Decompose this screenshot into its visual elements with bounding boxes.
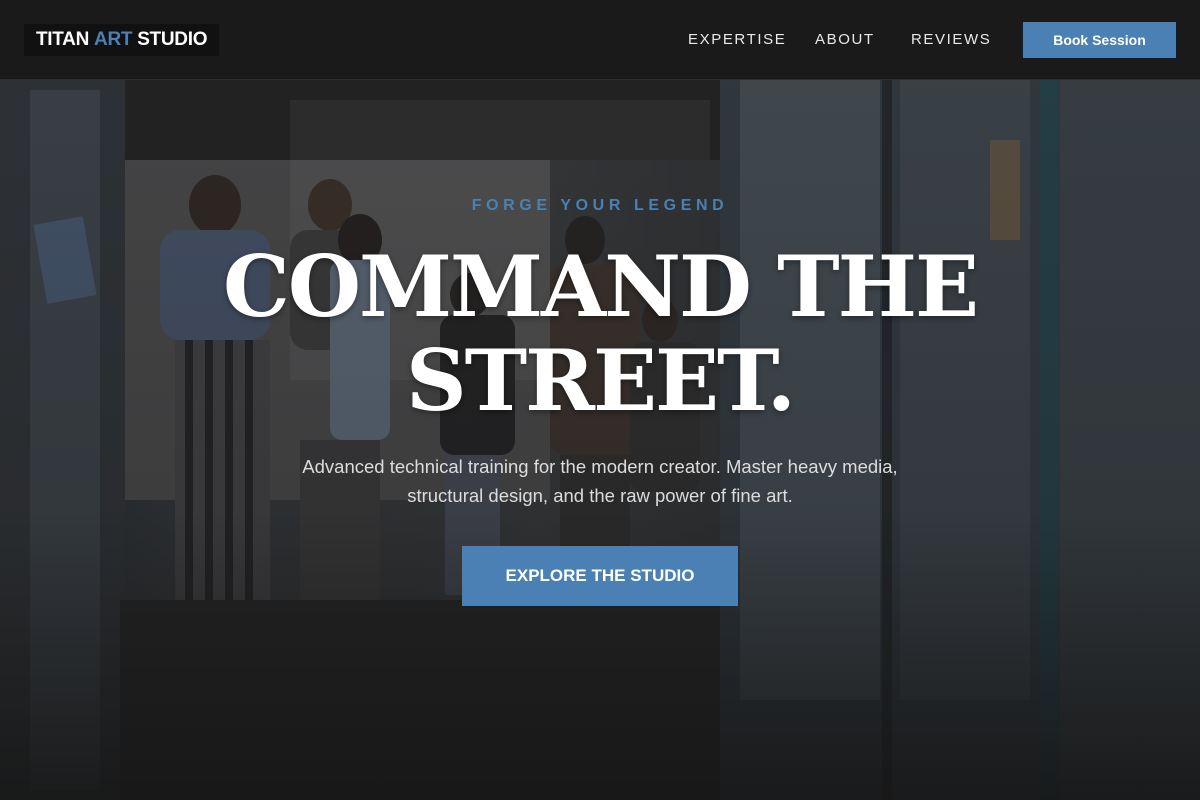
nav-link-expertise[interactable]: EXPERTISE — [688, 31, 786, 48]
logo-word-studio: STUDIO — [137, 29, 208, 50]
hero-headline-line-2: STREET. — [406, 331, 796, 430]
nav-link-reviews[interactable]: REVIEWS — [911, 31, 991, 48]
hero-headline: COMMAND THE STREET. — [0, 240, 1200, 428]
hero-section: FORGE YOUR LEGEND COMMAND THE STREET. Ad… — [0, 80, 1200, 800]
logo-word-titan: TITAN — [36, 29, 90, 50]
hero-eyebrow: FORGE YOUR LEGEND — [471, 197, 729, 214]
logo-word-art: ART — [94, 29, 133, 50]
nav-link-about[interactable]: ABOUT — [815, 31, 875, 48]
hero-headline-line-1: COMMAND THE — [223, 237, 979, 336]
explore-studio-button[interactable]: EXPLORE THE STUDIO — [462, 546, 738, 606]
hero-subtext: Advanced technical training for the mode… — [302, 456, 898, 506]
book-session-button[interactable]: Book Session — [1023, 22, 1176, 58]
site-header: TITAN ART STUDIO EXPERTISE ABOUT REVIEWS B… — [0, 0, 1200, 80]
hero-dark-overlay — [0, 80, 1200, 800]
site-logo[interactable]: TITAN ART STUDIO — [24, 24, 220, 56]
